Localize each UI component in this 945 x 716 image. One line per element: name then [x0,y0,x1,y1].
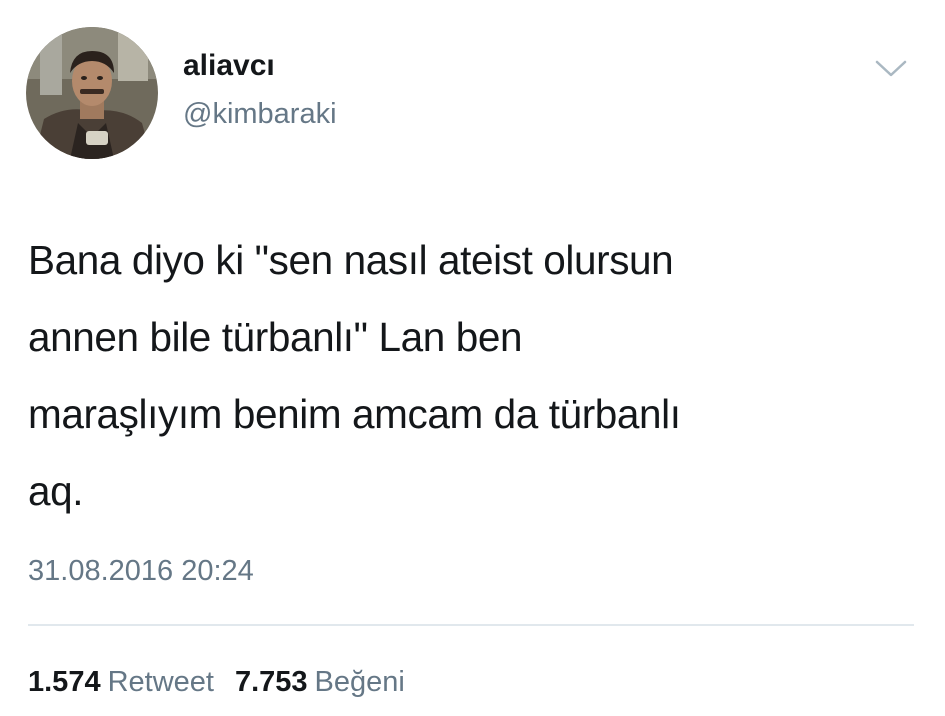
retweet-label: Retweet [107,666,214,698]
retweet-count: 1.574 [28,666,101,698]
like-count-link[interactable]: 7.753 Beğeni [235,666,405,698]
divider [28,624,914,626]
chevron-down-icon [875,60,907,77]
tweet-timestamp[interactable]: 31.08.2016 20:24 [28,553,254,589]
avatar-photo [26,27,158,159]
tweet-stats: 1.574 Retweet 7.753 Beğeni [28,664,405,700]
author-handle[interactable]: @kimbaraki [183,96,337,132]
author-display-name[interactable]: aliavcı [183,48,275,84]
tweet-menu-button[interactable] [871,54,911,82]
tweet-text: Bana diyo ki "sen nasıl ateist olursun a… [28,237,681,514]
tweet-card: aliavcı @kimbaraki Bana diyo ki "sen nas… [0,0,945,716]
retweet-count-link[interactable]: 1.574 Retweet [28,666,214,698]
like-count: 7.753 [234,666,308,698]
like-label: Beğeni [314,666,405,698]
avatar[interactable] [26,27,158,159]
